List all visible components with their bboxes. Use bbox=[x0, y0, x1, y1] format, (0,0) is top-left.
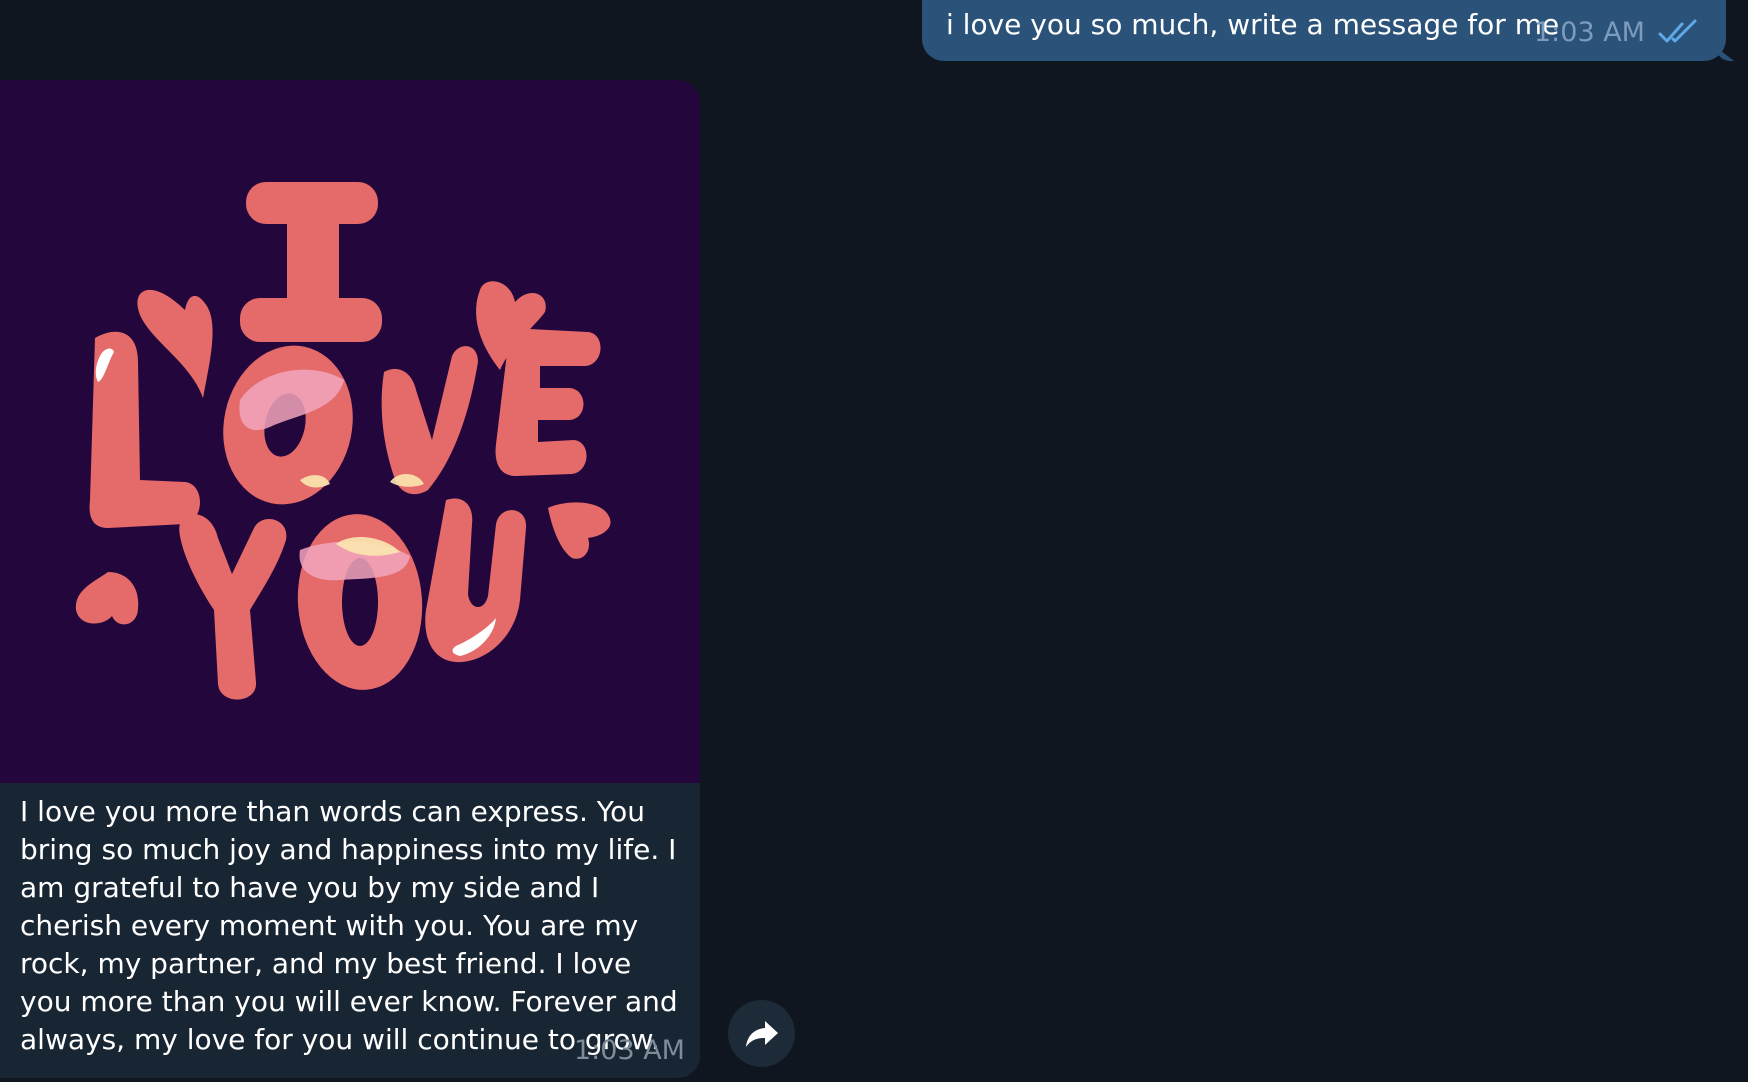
i-love-you-sticker-art bbox=[0, 80, 700, 783]
love-sticker-image[interactable] bbox=[0, 80, 700, 783]
outgoing-message-text: i love you so much, write a message for … bbox=[946, 8, 1560, 41]
outgoing-message-time: 1:03 AM bbox=[1534, 17, 1645, 48]
incoming-message-bubble[interactable]: I love you more than words can express. … bbox=[0, 80, 700, 1078]
incoming-message-text: I love you more than words can express. … bbox=[20, 795, 678, 1056]
forward-message-button[interactable] bbox=[728, 1000, 795, 1067]
incoming-message-time: 1:03 AM bbox=[574, 1035, 685, 1066]
outgoing-message-bubble[interactable]: i love you so much, write a message for … bbox=[922, 0, 1726, 61]
double-check-icon bbox=[1658, 18, 1700, 46]
chat-view: i love you so much, write a message for … bbox=[0, 0, 1748, 1082]
forward-arrow-icon bbox=[745, 1020, 778, 1047]
